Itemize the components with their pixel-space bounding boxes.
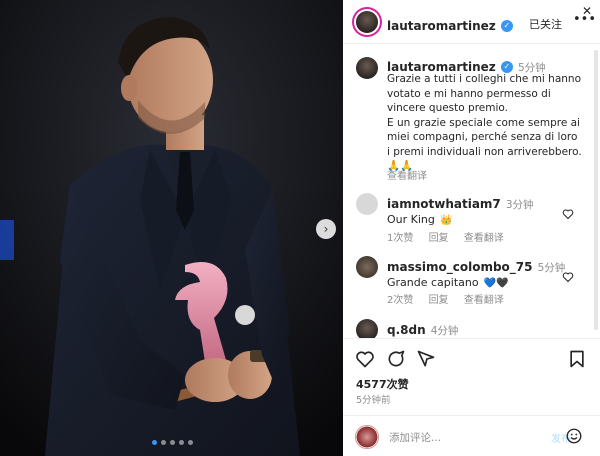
caption-line: votato e mi hanno permesso di [387, 87, 551, 100]
verified-badge-icon: ✓ [500, 19, 513, 32]
emoji-smiley-icon[interactable] [565, 427, 583, 445]
comment-emoji: 💙🖤 [483, 278, 509, 289]
comment-emoji: 👑 [439, 215, 453, 226]
share-send-icon[interactable] [416, 349, 436, 369]
chevron-right-icon: › [323, 222, 329, 236]
author-username[interactable]: lautaromartinez [387, 19, 496, 33]
comment-likes-count[interactable]: 2次赞 [387, 295, 413, 306]
carousel-dot [152, 440, 157, 445]
likes-count[interactable]: 4577次赞 [356, 376, 409, 392]
comment-input-bar: 添加评论... 发布 [343, 415, 600, 456]
player-photo-illustration [0, 0, 343, 456]
follow-status-button[interactable]: 已关注 [529, 16, 562, 32]
commenter-username[interactable]: q.8dn [387, 323, 426, 337]
caption-see-translation[interactable]: 查看翻译 [387, 167, 427, 182]
comment-bubble-icon[interactable] [386, 349, 406, 369]
comment-text: Grande capitano [387, 276, 479, 289]
comment-like-heart-icon[interactable] [562, 208, 574, 220]
carousel-dot [170, 440, 175, 445]
bookmark-icon[interactable] [567, 349, 587, 369]
comment-like-heart-icon[interactable] [562, 271, 574, 283]
carousel-dots [152, 440, 193, 445]
commenter-avatar[interactable] [356, 256, 378, 278]
caption-avatar[interactable] [356, 57, 378, 79]
carousel-dot [188, 440, 193, 445]
caption-line: E un grazie speciale come sempre ai [387, 116, 580, 129]
viewer-avatar[interactable] [355, 425, 379, 449]
caption-text: Grazie a tutti i colleghi che mi hanno v… [387, 72, 592, 174]
like-heart-icon[interactable] [355, 349, 375, 369]
comment-text: Our King [387, 213, 435, 226]
comments-scrollbar[interactable] [594, 50, 598, 330]
comment-reply-button[interactable]: 回复 [429, 233, 449, 244]
commenter-avatar[interactable] [356, 319, 378, 338]
comment-time: 4分钟 [430, 325, 459, 337]
carousel-dot [161, 440, 166, 445]
caption-line: miei compagni, perché senza di loro [387, 131, 578, 143]
comment-time: 3分钟 [505, 199, 534, 211]
comment-reply-button[interactable]: 回复 [429, 295, 449, 306]
caption-line: Grazie a tutti i colleghi che mi hanno [387, 73, 581, 85]
caption-line: i premi individuali non arriverebbero. [387, 145, 582, 158]
comment-item: q.8dn 4分钟 [343, 314, 600, 338]
comment-translate-button[interactable]: 查看翻译 [464, 233, 504, 244]
posted-time: 5分钟前 [356, 395, 391, 406]
close-icon[interactable]: ✕ [582, 4, 592, 18]
verified-badge-icon: ✓ [500, 60, 513, 73]
post-header: lautaromartinez ✓ 已关注 ••• [343, 0, 600, 44]
comment-input[interactable]: 添加评论... [389, 430, 441, 445]
comment-translate-button[interactable]: 查看翻译 [464, 295, 504, 306]
carousel-dot [179, 440, 184, 445]
caption-line: vincere questo premio. [387, 102, 508, 114]
post-side-panel: lautaromartinez ✓ 已关注 ••• ✕ lautaromarti… [343, 0, 600, 456]
commenter-avatar[interactable] [356, 193, 378, 215]
post-photo[interactable]: › [0, 0, 343, 456]
action-bar: 4577次赞 5分钟前 添加评论... 发布 [343, 338, 600, 456]
comment-likes-count[interactable]: 1次赞 [387, 233, 413, 244]
carousel-next-button[interactable]: › [316, 219, 336, 239]
author-avatar[interactable] [356, 11, 378, 33]
